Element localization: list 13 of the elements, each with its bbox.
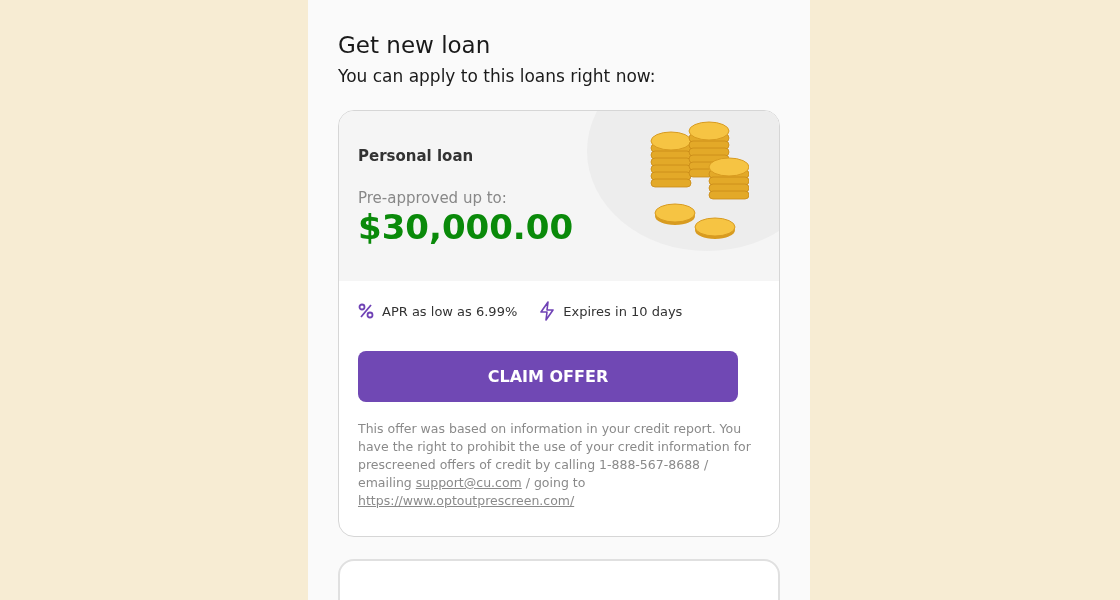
page-title: Get new loan	[338, 31, 492, 60]
lightning-icon	[539, 301, 556, 321]
claim-offer-button[interactable]: CLAIM OFFER	[358, 351, 738, 402]
loan-amount: $30,000.00	[358, 207, 574, 247]
percent-icon	[358, 303, 374, 319]
page-subtitle: You can apply to this loans right now:	[338, 66, 657, 86]
feature-text: Expires in 10 days	[563, 303, 683, 319]
website-link[interactable]: https://www.optoutprescreen.com/	[358, 493, 575, 508]
loan-name: Personal loan	[358, 147, 475, 165]
email-link[interactable]: support@cu.com	[415, 475, 522, 490]
disclaimer-text: This offer was based on information in your credit report. You have the right to prohibit the use of your credit information for prescreened offers of credit by calling 1-888-567-8688 / emailing support@cu.com / going to https://www.optoutprescreen.com/	[358, 420, 752, 510]
amount-label: Pre-approved up to:	[358, 189, 508, 207]
feature-text: APR as low as 6.99%	[382, 303, 518, 319]
